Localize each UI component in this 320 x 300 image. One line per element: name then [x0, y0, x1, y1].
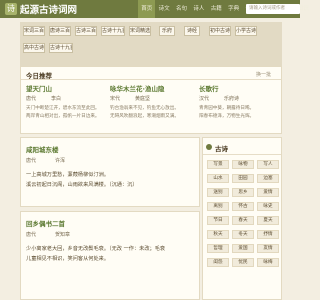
tag-link[interactable]: 写景	[207, 160, 229, 169]
poem-line: 两岸青山相对出，孤帆一片日边来。	[26, 114, 100, 119]
poem-line: 溪云初起日沉阁，山雨欲来风满楼。（沉通：沉）	[26, 182, 138, 188]
tag-link[interactable]: 爱情	[257, 188, 279, 197]
poem-author[interactable]: 贺知章	[55, 231, 70, 238]
poem-dynasty: 唐代	[26, 158, 37, 164]
today-panel: 今日推荐 换一批 望天门山 唐代 李白 天门中断楚江开，碧水东流至此回。 两岸青…	[20, 66, 282, 134]
sidebar-panel: 古诗 写景 咏物 写人山水 田园 边塞送别 思乡 爱情离别 怀古 咏史节日 春天 夏天秋天 冬天 抒情哲…	[202, 137, 282, 300]
poem-line: 青青园中葵，朝露待日晞。	[199, 106, 255, 111]
category-button[interactable]: 古诗三百首	[75, 26, 97, 36]
top-header: 诗 起源古诗词网 首页 诗文 名句 诗人 古籍 字典 词典 成语 汉典 知识 请…	[0, 0, 309, 18]
poem-dynasty: 宋代	[110, 96, 121, 102]
category-button[interactable]: 乐府	[159, 26, 175, 36]
tag-link[interactable]: 怀古	[232, 202, 254, 211]
nav-home[interactable]: 首页	[138, 0, 156, 18]
tag-link[interactable]: 咏史	[257, 202, 279, 211]
tag-link[interactable]: 节日	[207, 216, 229, 225]
nav-poems[interactable]: 诗文	[155, 0, 172, 18]
category-button[interactable]: 古诗十九首	[49, 43, 73, 53]
site-name: 起源古诗词网	[20, 5, 78, 16]
poem-line: 少小离家老大回，乡音无改鬓毛衰。（无改 一作：未改；毛衰	[26, 246, 166, 252]
tag-link[interactable]: 夏天	[257, 216, 279, 225]
divider	[203, 154, 281, 155]
sidebar-title: 古诗	[215, 145, 228, 153]
poem-title-link[interactable]: 望天门山	[26, 83, 52, 93]
poem-dynasty: 唐代	[26, 96, 37, 102]
tag-link[interactable]: 离别	[207, 202, 229, 211]
tag-link[interactable]: 忧民	[232, 258, 254, 267]
category-button[interactable]: 唐诗三百首	[49, 26, 71, 36]
nav-dictionary[interactable]: 字典	[225, 0, 242, 18]
refresh-link[interactable]: 换一批	[256, 71, 271, 78]
poem-line: 钓台渔翁来不见，钓鱼无心放出。	[110, 106, 179, 111]
poem-title-link[interactable]: 长歌行	[199, 83, 219, 93]
tag-link[interactable]: 咏梅	[257, 258, 279, 267]
poem-author[interactable]: 许浑	[55, 157, 65, 164]
category-button[interactable]: 宋词精选	[129, 26, 151, 36]
category-button[interactable]: 诗经	[184, 26, 200, 36]
category-panel: 宋词三百首 唐诗三百首 古诗三百首 古诗十九首 宋词精选 乐府 诗经 初中古诗 …	[20, 22, 282, 68]
poem-title-link[interactable]: 回乡偶书二首	[26, 218, 65, 228]
nav-classics[interactable]: 古籍	[208, 0, 225, 18]
poem-card: 咸阳城东楼 唐代 许浑 一上高城万里愁，蒹葭杨柳似汀洲。 溪云初起日沉阁，山雨欲…	[20, 137, 200, 207]
tag-link[interactable]: 爱国	[232, 244, 254, 253]
poem-author[interactable]: 乐府诗	[224, 95, 239, 102]
nav-quotes[interactable]: 名句	[173, 0, 190, 18]
category-button[interactable]: 小学古诗	[235, 26, 257, 36]
category-button[interactable]: 古诗十九首	[101, 26, 125, 36]
category-button[interactable]: 高中古诗	[23, 43, 45, 53]
nav-poets[interactable]: 诗人	[190, 0, 207, 18]
tag-link[interactable]: 抒情	[257, 230, 279, 239]
poem-line: 无碍风吹翻浪起，寒潮烟雨又满。	[110, 114, 179, 119]
category-button[interactable]: 初中古诗	[209, 26, 231, 36]
poem-line: 阳春布德泽，万物生光辉。	[199, 114, 255, 119]
poem-line: 一上高城万里愁，蒹葭杨柳似汀洲。	[26, 172, 110, 178]
tag-link[interactable]: 友情	[257, 244, 279, 253]
poem-line: 儿童相见不相识，笑问客从何处来。	[26, 256, 110, 262]
poem-title-link[interactable]: 咸阳城东楼	[26, 144, 59, 154]
leaf-icon	[206, 144, 212, 150]
tag-link[interactable]: 写人	[257, 160, 279, 169]
poem-dynasty: 汉代	[199, 96, 210, 102]
tag-link[interactable]: 边塞	[257, 174, 279, 183]
poem-title-link[interactable]: 咏华木兰花·渔山隐	[110, 83, 164, 93]
tag-link[interactable]: 冬天	[232, 230, 254, 239]
poem-line: 天门中断楚江开，碧水东流至此回。	[26, 106, 100, 111]
category-button[interactable]: 宋词三百首	[23, 26, 45, 36]
search-input[interactable]: 请输入诗词或作者	[246, 4, 300, 14]
tag-link[interactable]: 哲理	[207, 244, 229, 253]
poem-author[interactable]: 黄庭坚	[135, 95, 150, 102]
tag-link[interactable]: 闺怨	[207, 258, 229, 267]
tag-link[interactable]: 咏物	[232, 160, 254, 169]
tag-link[interactable]: 送别	[207, 188, 229, 197]
site-logo[interactable]: 诗 起源古诗词网	[5, 2, 77, 16]
logo-icon: 诗	[5, 3, 17, 15]
tag-link[interactable]: 思乡	[232, 188, 254, 197]
tag-link[interactable]: 春天	[232, 216, 254, 225]
tag-link[interactable]: 山水	[207, 174, 229, 183]
tag-link[interactable]: 田园	[232, 174, 254, 183]
tag-link[interactable]: 秋天	[207, 230, 229, 239]
poem-author[interactable]: 李白	[51, 95, 61, 102]
divider	[21, 79, 281, 80]
poem-card: 回乡偶书二首 唐代 贺知章 少小离家老大回，乡音无改鬓毛衰。（无改 一作：未改；…	[20, 211, 200, 300]
poem-dynasty: 唐代	[26, 232, 37, 238]
